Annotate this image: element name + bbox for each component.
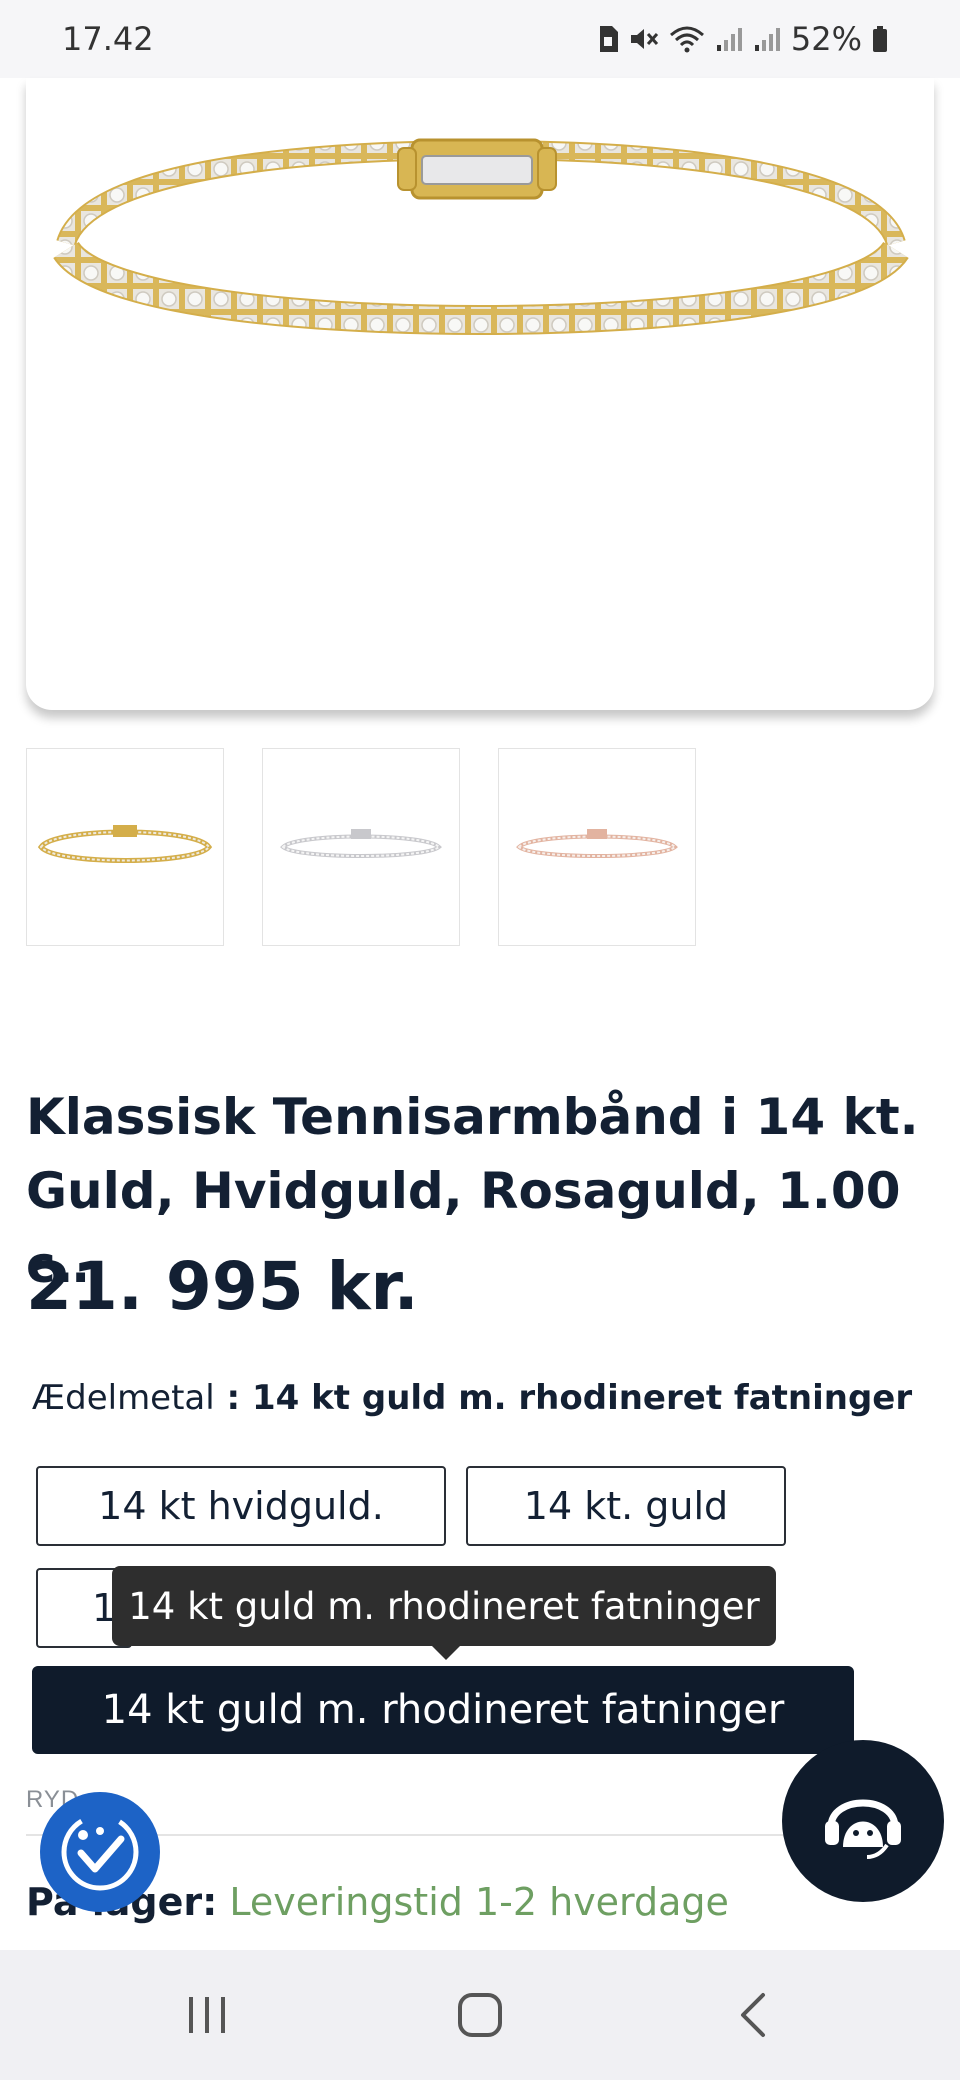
yellow-gold-bracelet-thumb [37,825,213,863]
metal-selection-summary: Ædelmetal : 14 kt guld m. rhodineret fat… [32,1378,912,1418]
customer-support-button[interactable] [782,1740,944,1902]
option-tooltip: 14 kt guld m. rhodineret fatninger [112,1566,776,1660]
headset-agent-icon [825,1799,901,1859]
rose-gold-bracelet-thumb [516,829,678,858]
sim-card-icon [599,26,618,52]
home-button[interactable] [430,1965,530,2065]
wifi-icon [669,26,704,53]
home-icon [457,1993,502,2037]
white-gold-bracelet-thumb [280,829,442,858]
option-yellow-gold[interactable]: 14 kt. guld [466,1466,786,1546]
battery-percent: 52% [790,20,862,58]
delivery-time: Leveringstid 1-2 hverdage [229,1880,729,1924]
signal-icon-2 [754,28,780,51]
accessibility-check-icon [61,1813,139,1891]
thumbnail-white-gold[interactable] [262,748,460,946]
metal-label: Ædelmetal [32,1378,215,1418]
thumbnail-strip [26,748,696,946]
back-icon [741,1993,766,2037]
status-icons: 52% [597,20,888,58]
status-time: 17.42 [62,20,154,58]
battery-icon [873,26,887,52]
product-main-image[interactable] [26,78,934,710]
option-rhodium-gold-selected[interactable]: 14 kt guld m. rhodineret fatninger [32,1666,854,1754]
system-navigation-bar [0,1950,960,2080]
signal-icon [716,28,742,51]
thumbnail-rose-gold[interactable] [498,748,696,946]
option-white-gold[interactable]: 14 kt hvidguld. [36,1466,446,1546]
product-price: 21. 995 kr. [26,1248,419,1325]
thumbnail-yellow-gold[interactable] [26,748,224,946]
back-button[interactable] [703,1965,803,2065]
recent-apps-icon [188,1997,225,2033]
accessibility-button[interactable] [40,1792,160,1912]
recent-apps-button[interactable] [157,1965,257,2065]
metal-separator: : [214,1378,252,1418]
metal-value: 14 kt guld m. rhodineret fatninger [252,1378,913,1418]
status-bar: 17.42 52% [0,0,960,78]
mute-icon [630,29,658,49]
tennis-bracelet-image [53,138,909,336]
